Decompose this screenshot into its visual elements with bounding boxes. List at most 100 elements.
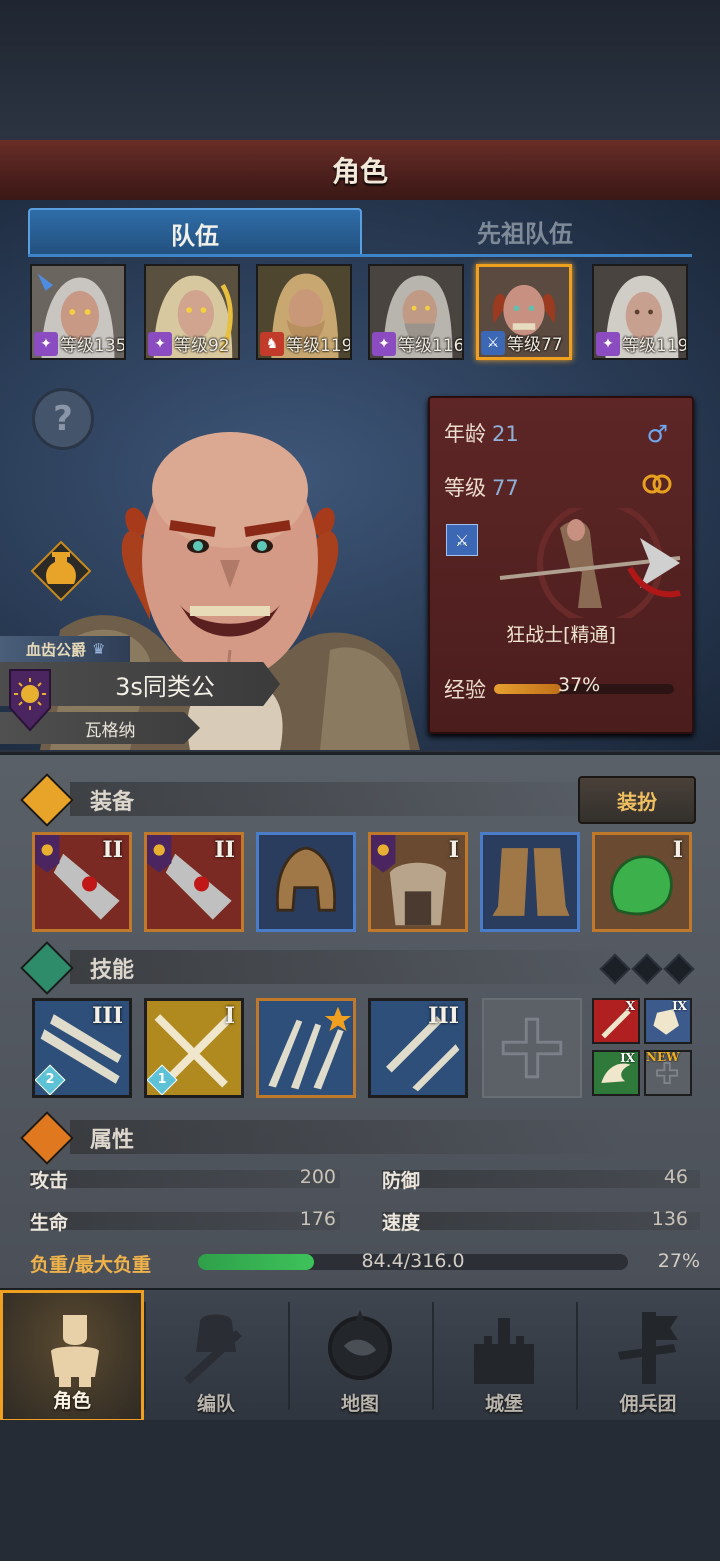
defense-value: 46 <box>663 1166 688 1188</box>
exp-fill <box>494 684 561 694</box>
top-background <box>0 0 720 140</box>
class-icon: ✦ <box>148 332 172 356</box>
load-label: 负重/最大负重 <box>30 1254 151 1276</box>
attributes-header-strip <box>70 1120 630 1154</box>
berserker-class-art <box>499 508 681 618</box>
passive-skill-2[interactable]: IX <box>644 998 692 1044</box>
mercenary-banner-icon <box>618 1312 678 1384</box>
load-value: 84.4/316.0 <box>361 1250 465 1272</box>
skills-header-strip <box>70 950 630 984</box>
exp-percent: 37% <box>558 674 601 696</box>
skill-slot-empty[interactable] <box>482 998 582 1098</box>
class-name: 狂战士[精通] <box>506 624 616 646</box>
attack-label: 攻击 <box>30 1170 69 1192</box>
roster-portrait-6[interactable]: ✦ 等级119 <box>592 264 688 360</box>
rings-icon[interactable] <box>640 472 674 496</box>
roster-portrait-2[interactable]: ✦ 等级92 <box>144 264 240 360</box>
sun-crest-icon <box>9 669 51 732</box>
speed-value: 136 <box>651 1208 688 1230</box>
attribute-row-2: 生命 176 速度 136 <box>30 1206 700 1236</box>
passive-skill-3[interactable]: IX <box>592 1050 640 1096</box>
health-value: 176 <box>299 1208 336 1230</box>
roster-portrait-1[interactable]: ✦ 等级135 <box>30 264 126 360</box>
roster-level: 等级92 <box>174 336 230 356</box>
age-value: 21 <box>492 422 519 446</box>
hero-stat-card: 年龄 21 ♂ 等级 77 ⚔ 狂战士[精通] 经验 37% <box>428 396 694 734</box>
equip-slot-boots[interactable] <box>480 832 580 932</box>
tab-ancestor-team[interactable]: 先祖队伍 <box>360 208 690 254</box>
equip-slot-weapon-2[interactable]: II <box>144 832 244 932</box>
nav-character[interactable]: 角色 <box>0 1290 144 1422</box>
roster-portrait-4[interactable]: ✦ 等级116 <box>368 264 464 360</box>
header-bar: 角色 <box>0 140 720 202</box>
class-icon: ♞ <box>260 332 284 356</box>
hero-subname: 瓦格纳 <box>84 720 136 741</box>
empty-slot-cross-icon <box>501 1017 563 1079</box>
dress-up-button[interactable]: 装扮 <box>578 776 696 824</box>
skill-slot-4[interactable]: III <box>368 998 468 1098</box>
level-row: 等级 77 <box>444 472 519 502</box>
claw-skill-icon <box>259 1001 353 1095</box>
tab-underline <box>28 254 692 257</box>
equip-slot-trinket[interactable]: I <box>592 832 692 932</box>
nav-formation[interactable]: 编队 <box>144 1290 288 1422</box>
equip-slot-armor[interactable]: I <box>368 832 468 932</box>
hero-name: 3s同类公 <box>115 672 215 701</box>
level-value: 77 <box>492 476 519 500</box>
helmet-icon <box>259 835 353 929</box>
health-label: 生命 <box>30 1212 69 1234</box>
skill-slot-2[interactable]: I 1 <box>144 998 244 1098</box>
bottom-background <box>0 1420 720 1561</box>
crown-icon: ♛ <box>92 640 106 658</box>
exp-label: 经验 <box>444 678 486 702</box>
equipment-header-strip <box>70 782 630 816</box>
attribute-row-1: 攻击 200 防御 46 <box>30 1164 700 1194</box>
defense-label: 防御 <box>382 1170 421 1192</box>
class-icon: ✦ <box>372 332 396 356</box>
tab-team[interactable]: 队伍 <box>28 208 362 256</box>
roster-portrait-3[interactable]: ♞ 等级119 <box>256 264 352 360</box>
castle-icon <box>474 1318 534 1384</box>
equip-slot-weapon-1[interactable]: II <box>32 832 132 932</box>
attributes-header: 属性 <box>20 1111 135 1165</box>
star-icon <box>20 941 74 995</box>
roster-level: 等级135 <box>60 336 126 356</box>
roster-level: 等级116 <box>398 336 464 356</box>
roster: ✦ 等级135 ✦ 等级92 ♞ 等级119 ✦ 等级116 ⚔ 等级77 ✦ … <box>30 264 700 364</box>
skill-slot-3[interactable] <box>256 998 356 1098</box>
roster-level: 等级119 <box>622 336 688 356</box>
male-icon: ♂ <box>646 420 668 448</box>
helmet-sword-icon <box>184 1314 242 1384</box>
new-badge: NEW <box>646 1050 680 1064</box>
page-title: 角色 <box>331 155 388 188</box>
bottom-nav: 角色 编队 地图 城堡 佣兵团 <box>0 1288 720 1422</box>
skill-slot-1[interactable]: III 2 <box>32 998 132 1098</box>
equip-slot-helmet[interactable] <box>256 832 356 932</box>
class-icon: ✦ <box>596 332 620 356</box>
passive-skill-1[interactable]: X <box>592 998 640 1044</box>
nav-castle[interactable]: 城堡 <box>432 1290 576 1422</box>
load-percent: 27% <box>657 1250 700 1272</box>
roster-level: 等级119 <box>286 336 352 356</box>
boots-icon <box>483 835 577 929</box>
nav-map[interactable]: 地图 <box>288 1290 432 1422</box>
equipment-header: 装备 <box>20 773 135 827</box>
dagger-icon <box>20 773 74 827</box>
class-sword-icon: ⚔ <box>446 524 478 556</box>
class-icon: ✦ <box>34 332 58 356</box>
compass-map-icon <box>328 1310 392 1380</box>
team-tabs: 队伍 先祖队伍 <box>28 208 692 256</box>
speed-label: 速度 <box>382 1212 421 1234</box>
class-icon: ⚔ <box>481 331 505 355</box>
equipment-title: 装备 <box>90 790 135 815</box>
roster-portrait-5-selected[interactable]: ⚔ 等级77 <box>476 264 572 360</box>
attack-value: 200 <box>299 1166 336 1188</box>
noble-title: 血齿公爵 ♛ <box>0 636 130 662</box>
attributes-title: 属性 <box>90 1128 135 1153</box>
roster-level: 等级77 <box>507 335 563 355</box>
level-label: 等级 <box>444 476 486 500</box>
nav-mercenaries[interactable]: 佣兵团 <box>576 1290 720 1422</box>
skills-title: 技能 <box>90 958 135 983</box>
passive-skill-new[interactable]: NEW <box>644 1050 692 1096</box>
skills-header: 技能 <box>20 941 135 995</box>
